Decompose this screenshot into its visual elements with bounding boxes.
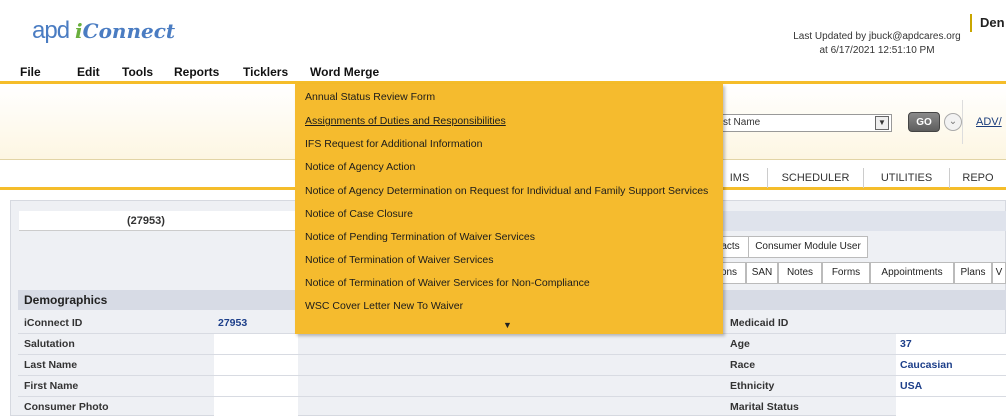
last-updated-by: Last Updated by jbuck@apdcares.org <box>793 31 961 42</box>
menu-item-assignments-of-duties[interactable]: Assignments of Duties and Responsibiliti… <box>305 114 506 128</box>
last-updated-info: Last Updated by jbuck@apdcares.org at 6/… <box>782 30 972 58</box>
search-field-value: st Name <box>723 117 761 128</box>
menu-edit[interactable]: Edit <box>77 62 100 82</box>
word-merge-dropdown: Annual Status Review Form Assignments of… <box>295 84 723 334</box>
value-cell <box>214 355 298 375</box>
value-cell <box>896 334 1006 354</box>
menu-item-notice-of-termination-noncompliance[interactable]: Notice of Termination of Waiver Services… <box>305 276 590 290</box>
logo-word: Connect <box>82 19 176 43</box>
logo-text: iConnect <box>75 19 175 43</box>
menu-item-annual-status-review-form[interactable]: Annual Status Review Form <box>305 90 435 104</box>
demographics-row: First Name Ethnicity USA <box>18 376 1006 396</box>
menu-bar: File Edit Tools Reports Ticklers Word Me… <box>0 62 1006 84</box>
field-label: Age <box>730 338 750 350</box>
divider <box>962 100 963 144</box>
value-cell <box>214 397 298 416</box>
last-updated-at: at 6/17/2021 12:51:10 PM <box>819 45 935 56</box>
logo-mark: apd <box>32 17 70 44</box>
field-label: Salutation <box>24 338 75 350</box>
demographics-row: Salutation Age 37 <box>18 334 1006 354</box>
value-cell <box>214 376 298 396</box>
menu-item-notice-of-agency-action[interactable]: Notice of Agency Action <box>305 160 415 174</box>
subtab-plans[interactable]: Plans <box>954 262 992 284</box>
menu-word-merge[interactable]: Word Merge <box>310 62 379 82</box>
field-label: Ethnicity <box>730 380 775 392</box>
subtab-notes[interactable]: Notes <box>778 262 822 284</box>
menu-item-wsc-cover-letter[interactable]: WSC Cover Letter New To Waiver <box>305 299 463 313</box>
subtab-v[interactable]: V <box>992 262 1006 284</box>
menu-item-notice-of-termination[interactable]: Notice of Termination of Waiver Services <box>305 253 494 267</box>
dropdown-arrow-icon[interactable]: ▼ <box>875 116 889 130</box>
field-label: Medicaid ID <box>730 317 789 329</box>
subtab-appointments[interactable]: Appointments <box>870 262 954 284</box>
field-value: 27953 <box>218 317 248 329</box>
field-label: iConnect ID <box>24 317 83 329</box>
field-value: 37 <box>900 338 912 350</box>
menu-ticklers[interactable]: Ticklers <box>243 62 288 82</box>
menu-item-notice-of-pending-termination[interactable]: Notice of Pending Termination of Waiver … <box>305 230 535 244</box>
search-field-select[interactable]: st Name ▼ <box>718 114 892 132</box>
app-header: apd iConnect Last Updated by jbuck@apdca… <box>0 0 1006 62</box>
chevron-down-circle-icon[interactable]: ⌄ <box>944 113 962 131</box>
field-value: USA <box>900 380 923 392</box>
menu-item-ifs-request[interactable]: IFS Request for Additional Information <box>305 137 482 151</box>
subtab-consumer-module-user[interactable]: Consumer Module User <box>748 236 868 258</box>
menu-item-notice-of-case-closure[interactable]: Notice of Case Closure <box>305 207 413 221</box>
app-logo[interactable]: apd iConnect <box>32 17 175 44</box>
demographics-row: Consumer Photo Marital Status <box>18 397 1006 416</box>
go-button[interactable]: GO <box>908 112 940 132</box>
user-name[interactable]: Den <box>970 14 1005 32</box>
tab-reports[interactable]: REPO <box>950 168 1006 188</box>
logo-i: i <box>75 19 83 43</box>
tab-utilities[interactable]: UTILITIES <box>864 168 950 188</box>
value-cell <box>896 397 1006 416</box>
value-cell <box>214 334 298 354</box>
subtab-forms[interactable]: Forms <box>822 262 870 284</box>
field-label: Race <box>730 359 756 371</box>
field-value: Caucasian <box>900 359 953 371</box>
scroll-down-arrow-icon[interactable]: ▼ <box>503 320 512 330</box>
demographics-row: Last Name Race Caucasian <box>18 355 1006 375</box>
menu-tools[interactable]: Tools <box>122 62 153 82</box>
tab-scheduler[interactable]: SCHEDULER <box>768 168 864 188</box>
field-label: Consumer Photo <box>24 401 109 413</box>
field-label: Last Name <box>24 359 78 371</box>
menu-file[interactable]: File <box>20 62 41 82</box>
subtab-san[interactable]: SAN <box>746 262 778 284</box>
menu-reports[interactable]: Reports <box>174 62 219 82</box>
consumer-id-display: (27953) <box>19 211 307 231</box>
menu-item-notice-of-agency-determination[interactable]: Notice of Agency Determination on Reques… <box>305 184 708 198</box>
field-label: Marital Status <box>730 401 799 413</box>
advanced-search-link[interactable]: ADV/ <box>976 116 1002 128</box>
field-label: First Name <box>24 380 79 392</box>
